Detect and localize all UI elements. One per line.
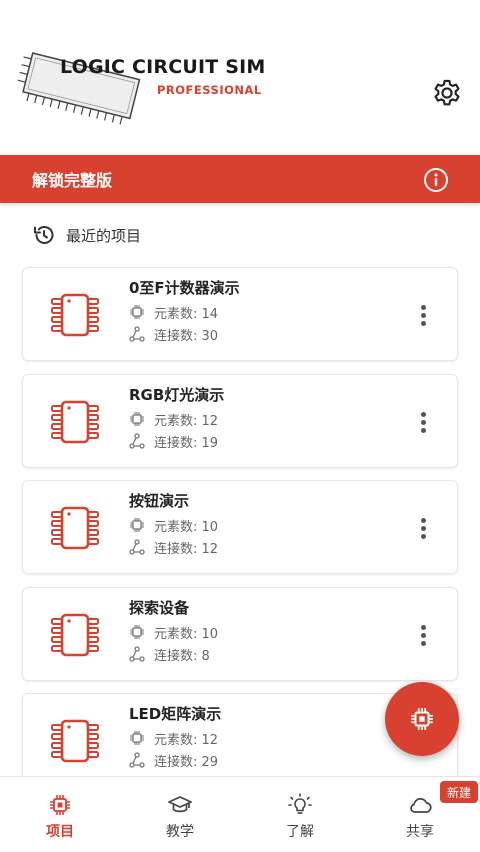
project-card[interactable]: 0至F计数器演示 元素数: 14 连接数: 30 xyxy=(22,267,458,361)
bottom-navigation: 项目 教学 了解 共享 xyxy=(0,776,480,852)
chip-icon xyxy=(50,719,100,763)
element-count: 元素数: 12 xyxy=(129,410,219,429)
project-title: 探索设备 xyxy=(129,599,190,617)
element-count-text: 元素数: 12 xyxy=(154,413,219,429)
connection-icon xyxy=(129,539,145,555)
chip-icon xyxy=(50,613,100,657)
chip-small-icon xyxy=(129,624,145,640)
element-count-text: 元素数: 10 xyxy=(154,519,219,535)
connection-count: 连接数: 12 xyxy=(129,538,219,557)
chip-icon xyxy=(50,400,100,444)
graduation-cap-icon xyxy=(168,796,192,813)
project-title: 0至F计数器演示 xyxy=(129,279,240,297)
more-options-icon[interactable] xyxy=(411,408,435,436)
connection-icon xyxy=(129,326,145,342)
project-title: LED矩阵演示 xyxy=(129,705,222,723)
more-options-icon[interactable] xyxy=(411,514,435,542)
nav-label: 共享 xyxy=(406,824,434,840)
nav-label: 了解 xyxy=(286,824,314,840)
new-badge: 新建 xyxy=(440,781,478,803)
nav-label: 项目 xyxy=(46,824,74,840)
connection-count-text: 连接数: 30 xyxy=(154,328,219,344)
element-count: 元素数: 10 xyxy=(129,623,219,642)
chip-small-icon xyxy=(129,730,145,746)
logo-title: LOGIC CIRCUIT SIM xyxy=(60,56,266,78)
connection-count: 连接数: 30 xyxy=(129,325,219,344)
connection-count-text: 连接数: 19 xyxy=(154,435,219,451)
connection-icon xyxy=(129,752,145,768)
element-count: 元素数: 14 xyxy=(129,303,219,322)
chip-icon xyxy=(50,506,100,550)
lightbulb-icon xyxy=(288,793,312,814)
project-title: 按钮演示 xyxy=(129,492,190,510)
unlock-full-version-banner[interactable]: 解锁完整版 xyxy=(0,155,480,203)
logo-subtitle: PROFESSIONAL xyxy=(157,83,262,97)
element-count-text: 元素数: 12 xyxy=(154,732,219,748)
info-icon[interactable] xyxy=(423,167,449,193)
nav-item-tutorials[interactable]: 教学 xyxy=(120,777,240,852)
project-card[interactable]: RGB灯光演示 元素数: 12 连接数: 19 xyxy=(22,374,458,468)
more-options-icon[interactable] xyxy=(411,301,435,329)
history-icon xyxy=(34,226,54,244)
project-title: RGB灯光演示 xyxy=(129,386,225,404)
gear-icon xyxy=(434,79,460,106)
unlock-label: 解锁完整版 xyxy=(32,171,113,190)
connection-count: 连接数: 19 xyxy=(129,432,219,451)
chip-small-icon xyxy=(129,411,145,427)
connection-count-text: 连接数: 12 xyxy=(154,541,219,557)
chip-small-icon xyxy=(129,517,145,533)
connection-icon xyxy=(129,646,145,662)
app-header: LOGIC CIRCUIT SIM PROFESSIONAL xyxy=(0,0,480,155)
project-card[interactable]: 按钮演示 元素数: 10 连接数: 12 xyxy=(22,480,458,574)
chip-small-icon xyxy=(129,304,145,320)
project-card[interactable]: 探索设备 元素数: 10 连接数: 8 xyxy=(22,587,458,681)
element-count: 元素数: 12 xyxy=(129,729,219,748)
settings-button[interactable] xyxy=(428,74,466,112)
nav-item-projects[interactable]: 项目 xyxy=(0,777,120,852)
connection-count: 连接数: 29 xyxy=(129,751,219,770)
connection-icon xyxy=(129,433,145,449)
more-options-icon[interactable] xyxy=(411,621,435,649)
chip-icon xyxy=(50,293,100,337)
connection-count-text: 连接数: 8 xyxy=(154,648,210,664)
element-count: 元素数: 10 xyxy=(129,516,219,535)
connection-count-text: 连接数: 29 xyxy=(154,754,219,770)
element-count-text: 元素数: 10 xyxy=(154,626,219,642)
connection-count: 连接数: 8 xyxy=(129,645,210,664)
element-count-text: 元素数: 14 xyxy=(154,306,219,322)
cloud-icon xyxy=(410,798,432,813)
recent-projects-label: 最近的项目 xyxy=(66,226,142,245)
new-project-fab[interactable] xyxy=(385,682,459,756)
chip-icon xyxy=(411,708,433,730)
nav-item-learn[interactable]: 了解 xyxy=(240,777,360,852)
recent-projects-header: 最近的项目 xyxy=(32,222,141,248)
nav-label: 教学 xyxy=(166,824,194,840)
chip-icon xyxy=(50,795,70,815)
